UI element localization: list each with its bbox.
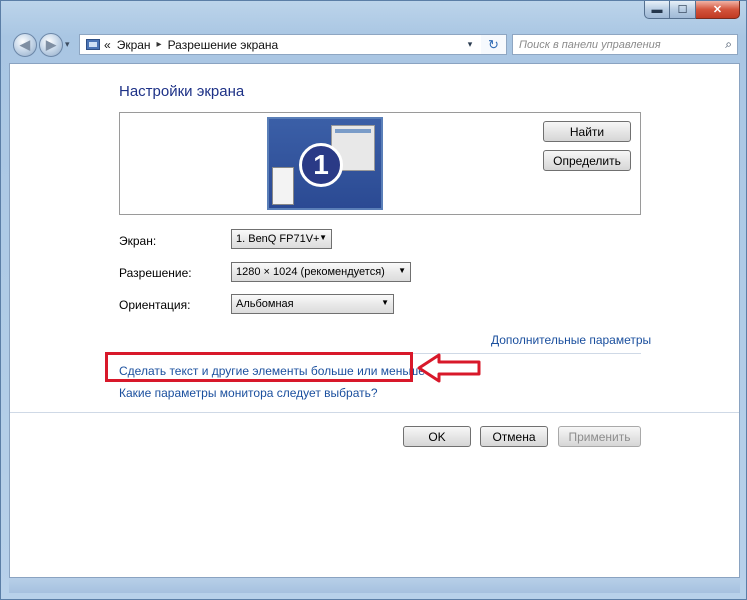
advanced-settings-link[interactable]: Дополнительные параметры bbox=[491, 333, 651, 347]
caption-buttons: ▬ ☐ ✕ bbox=[644, 1, 740, 19]
search-input[interactable]: Поиск в панели управления ⌕ bbox=[512, 34, 738, 55]
screen-label: Экран: bbox=[119, 234, 157, 248]
chevron-down-icon: ▼ bbox=[381, 298, 389, 307]
address-bar[interactable]: « Экран ▸ Разрешение экрана ▾ bbox=[79, 34, 507, 55]
back-button[interactable]: ◀ bbox=[13, 33, 37, 57]
monitor-1-preview[interactable]: 1 bbox=[267, 117, 383, 210]
red-arrow-icon bbox=[417, 353, 481, 383]
control-panel-icon bbox=[86, 39, 100, 50]
apply-button: Применить bbox=[558, 426, 641, 447]
recent-pages-dropdown[interactable]: ▾ bbox=[65, 39, 70, 50]
ok-button[interactable]: OK bbox=[403, 426, 471, 447]
resolution-select-value: 1280 × 1024 (рекомендуется) bbox=[236, 266, 385, 278]
breadcrumb-item-screen[interactable]: Экран bbox=[117, 38, 151, 52]
refresh-icon: ↻ bbox=[488, 36, 499, 52]
control-panel-window: ▬ ☐ ✕ ◀ ▶ ▾ « Экран ▸ Разрешение экрана … bbox=[0, 0, 747, 600]
identify-button[interactable]: Определить bbox=[543, 150, 631, 171]
navigation-bar: ◀ ▶ ▾ « Экран ▸ Разрешение экрана ▾ ↻ По… bbox=[11, 31, 738, 59]
screen-select[interactable]: 1. BenQ FP71V+ ▼ bbox=[231, 229, 332, 249]
minimize-button[interactable]: ▬ bbox=[644, 1, 670, 19]
chevron-down-icon: ▼ bbox=[398, 266, 406, 275]
monitor-preview-area: 1 Найти Определить bbox=[119, 112, 641, 215]
orientation-select[interactable]: Альбомная ▼ bbox=[231, 294, 394, 314]
orientation-select-value: Альбомная bbox=[236, 298, 294, 310]
screen-select-value: 1. BenQ FP71V+ bbox=[236, 233, 320, 245]
search-icon[interactable]: ⌕ bbox=[725, 37, 732, 52]
cancel-button[interactable]: Отмена bbox=[480, 426, 548, 447]
back-arrow-icon: ◀ bbox=[20, 37, 30, 52]
highlight-box bbox=[105, 352, 413, 382]
find-button[interactable]: Найти bbox=[543, 121, 631, 142]
content-pane: Настройки экрана 1 Найти Определить Экра… bbox=[9, 63, 740, 578]
monitor-panel-thumbnail bbox=[272, 167, 294, 205]
address-dropdown-icon[interactable]: ▾ bbox=[461, 35, 479, 54]
breadcrumb-overflow[interactable]: « bbox=[104, 38, 111, 52]
breadcrumb-item-resolution[interactable]: Разрешение экрана bbox=[168, 38, 279, 52]
refresh-button[interactable]: ↻ bbox=[481, 34, 507, 55]
chevron-down-icon: ▼ bbox=[319, 233, 327, 242]
forward-button[interactable]: ▶ bbox=[39, 33, 63, 57]
maximize-button[interactable]: ☐ bbox=[670, 1, 696, 19]
divider bbox=[10, 412, 739, 413]
breadcrumb-separator-icon[interactable]: ▸ bbox=[157, 39, 162, 50]
monitor-number-badge: 1 bbox=[299, 143, 343, 187]
page-title: Настройки экрана bbox=[119, 83, 245, 100]
orientation-label: Ориентация: bbox=[119, 298, 191, 312]
resolution-select[interactable]: 1280 × 1024 (рекомендуется) ▼ bbox=[231, 262, 411, 282]
search-placeholder: Поиск в панели управления bbox=[519, 38, 661, 51]
forward-arrow-icon: ▶ bbox=[46, 37, 56, 52]
which-settings-link[interactable]: Какие параметры монитора следует выбрать… bbox=[119, 386, 378, 400]
window-bottom-frame bbox=[9, 578, 740, 593]
close-button[interactable]: ✕ bbox=[696, 1, 740, 19]
resolution-label: Разрешение: bbox=[119, 266, 192, 280]
